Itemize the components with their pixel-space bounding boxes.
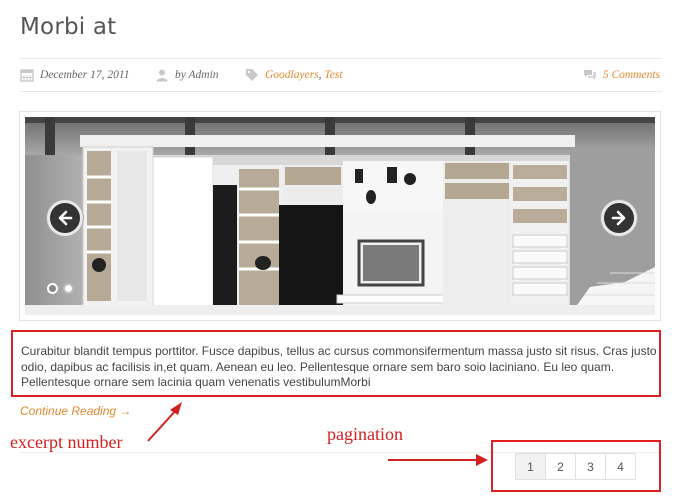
tag-icon: [245, 68, 259, 82]
comments-icon: [583, 68, 597, 82]
post-tags: Goodlayers, Test: [245, 68, 343, 82]
image-slider: [19, 111, 661, 321]
tag-link-goodlayers[interactable]: Goodlayers: [265, 69, 319, 81]
continue-reading-link[interactable]: Continue Reading →: [20, 404, 131, 418]
slider-next-button[interactable]: [601, 200, 637, 236]
post-excerpt: Curabitur blandit tempus porttitor. Fusc…: [21, 344, 657, 389]
post-title[interactable]: Morbi at: [20, 14, 116, 40]
post-meta: December 17, 2011 by Admin Goodlayers, T…: [20, 60, 662, 90]
slider-dots: [47, 283, 74, 294]
tag-link-test[interactable]: Test: [324, 69, 342, 81]
interior-bookshelf-image: [25, 117, 655, 315]
annotation-excerpt-label: excerpt number: [10, 432, 123, 452]
page-button-4[interactable]: 4: [605, 453, 636, 480]
slider-prev-button[interactable]: [47, 200, 83, 236]
post-author-text: by Admin: [175, 69, 219, 81]
post-author: by Admin: [155, 68, 219, 82]
meta-divider-top: [20, 58, 662, 59]
meta-divider-bottom: [20, 91, 662, 92]
page-button-2[interactable]: 2: [545, 453, 576, 480]
slider-dot-2[interactable]: [63, 283, 74, 294]
post-comments: 5 Comments: [583, 68, 660, 82]
page-button-3[interactable]: 3: [575, 453, 606, 480]
calendar-icon: [20, 68, 34, 82]
user-icon: [155, 68, 169, 82]
slider-dot-1[interactable]: [47, 283, 58, 294]
pagination: 1 2 3 4: [515, 453, 636, 480]
post-date: December 17, 2011: [20, 68, 130, 82]
page-button-1[interactable]: 1: [515, 453, 546, 480]
arrow-right-icon: [611, 210, 626, 226]
comments-link[interactable]: 5 Comments: [603, 69, 660, 81]
post-date-text: December 17, 2011: [40, 69, 130, 81]
slider-image: [25, 117, 655, 315]
annotation-pagination-label: pagination: [327, 424, 403, 444]
arrow-left-icon: [58, 210, 73, 226]
